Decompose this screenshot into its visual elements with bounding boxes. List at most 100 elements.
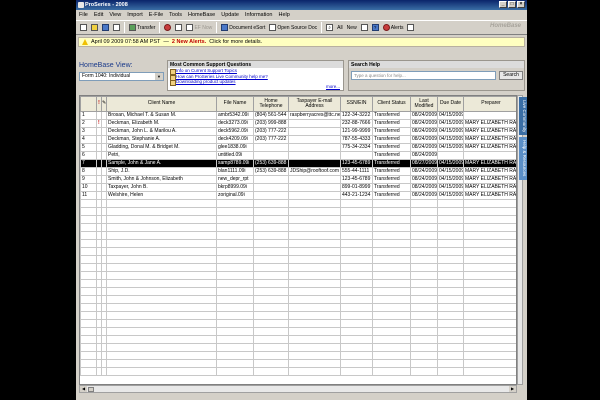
cell-email[interactable] <box>288 175 341 184</box>
cell-name[interactable]: Deckman, Elizabeth M. <box>106 119 217 128</box>
alert-message[interactable]: Click for more details. <box>209 39 262 45</box>
cell-preparer[interactable] <box>463 111 516 120</box>
table-row[interactable]: 11 Welshire, Helen zoriginal.09i 443-21-123… <box>80 191 516 200</box>
cell-modified[interactable]: 08/24/2009 <box>410 191 438 200</box>
cell-modified[interactable]: 08/24/2009 <box>410 151 438 160</box>
cell-name[interactable]: Smith, John & Johnson, Elizabeth <box>106 175 217 184</box>
col-header-preparer[interactable]: Preparer <box>463 96 516 112</box>
cell-ssn[interactable]: 232-88-7666 <box>340 119 373 128</box>
cell-email[interactable]: JDShip@rooftoof.com <box>288 167 341 176</box>
cell-ssn[interactable]: 123-45-6789 <box>340 175 373 184</box>
cell-status[interactable]: Transferred <box>372 175 411 184</box>
cell-due[interactable]: 04/15/2009 <box>437 191 464 200</box>
cell-name[interactable]: Sample, John & Jane A. <box>106 159 217 168</box>
col-header-number[interactable] <box>80 96 97 112</box>
table-row[interactable]: 5 Gladding, Donal M. & Bridget M. glee1838… <box>80 143 516 152</box>
cell-due[interactable]: 04/15/2009 <box>437 159 464 168</box>
cell-file[interactable]: deck4209.09i <box>216 135 254 144</box>
cell-name[interactable]: Gladding, Donal M. & Bridget M. <box>106 143 217 152</box>
document-esort-button[interactable]: Document eSort <box>220 22 266 34</box>
show-all-button[interactable]: All <box>336 22 344 34</box>
cell-ssn[interactable]: 443-21-1234 <box>340 191 373 200</box>
maximize-button[interactable]: □ <box>508 1 516 8</box>
cell-email[interactable] <box>288 151 341 160</box>
cell-email[interactable]: raspberryacres@ttc.net <box>288 111 341 120</box>
home-button[interactable] <box>406 22 415 34</box>
cell-n[interactable]: 3 <box>80 127 97 136</box>
cell-phone[interactable] <box>253 175 289 184</box>
cell-phone[interactable] <box>253 151 289 160</box>
cell-n[interactable]: 4 <box>80 135 97 144</box>
minimize-button[interactable]: _ <box>499 1 507 8</box>
cell-ssn[interactable]: 775-34-2334 <box>340 143 373 152</box>
cell-name[interactable]: Welshire, Helen <box>106 191 217 200</box>
open-folder-button[interactable] <box>90 22 99 34</box>
menu-update[interactable]: Update <box>221 12 239 18</box>
cell-name[interactable]: Deckman, Stephanie A. <box>106 135 217 144</box>
cell-due[interactable]: 04/15/2009 <box>437 135 464 144</box>
cell-preparer[interactable]: MARY ELIZABETH RAMI <box>463 191 516 200</box>
scroll-thumb[interactable] <box>88 387 94 392</box>
cell-email[interactable] <box>288 119 341 128</box>
transfer-button[interactable]: Transfer <box>128 22 156 34</box>
cell-preparer[interactable]: MARY ELIZABETH RAMI <box>463 159 516 168</box>
cell-name[interactable]: Ship, J.D. <box>106 167 217 176</box>
cell-preparer[interactable]: MARY ELIZABETH RAMI <box>463 183 516 192</box>
cell-file[interactable]: untitled.09i <box>216 151 254 160</box>
cell-status[interactable]: Transferred <box>372 167 411 176</box>
cell-due[interactable]: 04/15/2009 <box>437 111 464 120</box>
table-row[interactable]: 4 Deckman, Stephanie A. deck4209.09i (203) … <box>80 135 516 144</box>
cell-email[interactable] <box>288 143 341 152</box>
cell-due[interactable]: 04/15/2009 <box>437 127 464 136</box>
cell-phone[interactable] <box>253 191 289 200</box>
find-button[interactable]: ⌕ <box>325 22 334 34</box>
cell-file[interactable]: ambr5342.09i <box>216 111 254 120</box>
cell-ssn[interactable]: 899-01-8999 <box>340 183 373 192</box>
cell-n[interactable]: 8 <box>80 167 97 176</box>
tools-button[interactable] <box>360 22 369 34</box>
cell-modified[interactable]: 08/24/2009 <box>410 135 438 144</box>
cell-name[interactable]: Petri, <box>106 151 217 160</box>
cell-modified[interactable]: 08/24/2009 <box>410 183 438 192</box>
cell-file[interactable]: blan1111.09i <box>216 167 254 176</box>
cell-due[interactable]: 04/15/2009 <box>437 167 464 176</box>
cell-n[interactable]: 7 <box>80 159 97 168</box>
menu-tools[interactable]: Tools <box>169 12 182 18</box>
cell-due[interactable] <box>437 151 464 160</box>
col-header-home-telephone[interactable]: Home Telephone <box>253 96 289 112</box>
alert-bar[interactable]: April 09 2009 07:58 AM PST — 2 New Alert… <box>78 37 525 47</box>
cell-n[interactable]: 2 <box>80 119 97 128</box>
col-header-client-name[interactable]: Client Name <box>106 96 217 112</box>
table-row[interactable]: 10 Taxpayer, John B. bkrp8999.09i 899-01-89… <box>80 183 516 192</box>
open-source-doc-button[interactable]: Open Source Doc <box>268 22 318 34</box>
cell-phone[interactable]: (253) 639-888 <box>253 159 289 168</box>
cell-phone[interactable] <box>253 143 289 152</box>
cell-status[interactable]: Transferred <box>372 151 411 160</box>
cell-modified[interactable]: 08/24/2009 <box>410 167 438 176</box>
cell-email[interactable] <box>288 159 341 168</box>
cell-n[interactable]: 11 <box>80 191 97 200</box>
tab-help-resources[interactable]: Help & Resources <box>519 137 527 180</box>
cell-n[interactable]: 10 <box>80 183 97 192</box>
cell-preparer[interactable]: MARY ELIZABETH RAMI <box>463 167 516 176</box>
cell-modified[interactable]: 08/27/2009 <box>410 159 438 168</box>
cell-preparer[interactable]: MARY ELIZABETH RAMI <box>463 175 516 184</box>
cell-status[interactable]: Transferred <box>372 135 411 144</box>
cell-n[interactable]: 9 <box>80 175 97 184</box>
cell-modified[interactable]: 08/24/2009 <box>410 175 438 184</box>
cell-file[interactable]: deck5962.09i <box>216 127 254 136</box>
support-link-3[interactable]: Downloading product updates <box>168 79 343 86</box>
show-new-button[interactable]: New <box>346 22 358 34</box>
cell-status[interactable]: Transferred <box>372 119 411 128</box>
search-input[interactable]: Type a question for help... <box>351 71 496 80</box>
cell-phone[interactable]: (203) 777-222 <box>253 127 289 136</box>
cell-ssn[interactable]: 122-34-3222 <box>340 111 373 120</box>
table-row[interactable]: 3 Deckman, John L. & Marilou A. deck5962.0… <box>80 127 516 136</box>
cell-file[interactable]: new_depr_rpt <box>216 175 254 184</box>
cell-email[interactable] <box>288 183 341 192</box>
cell-ssn[interactable]: 555-44-1111 <box>340 167 373 176</box>
cell-name[interactable]: Brosan, Michael T. & Susan M. <box>106 111 217 120</box>
print-button[interactable] <box>112 22 121 34</box>
menu-efile[interactable]: E-File <box>149 12 163 18</box>
cell-phone[interactable]: (203) 999-888 <box>253 119 289 128</box>
